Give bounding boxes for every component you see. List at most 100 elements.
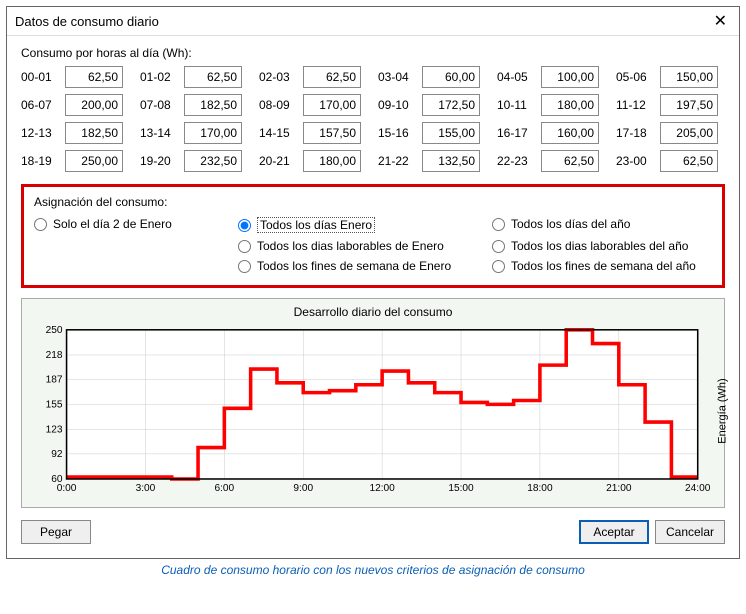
svg-text:155: 155 [46, 399, 63, 410]
hour-cell: 17-18 [616, 122, 725, 144]
hour-cell: 15-16 [378, 122, 487, 144]
hour-input[interactable] [541, 94, 599, 116]
hour-input[interactable] [65, 66, 123, 88]
hour-label: 12-13 [21, 126, 59, 140]
radio-option[interactable]: Solo el día 2 de Enero [34, 217, 234, 231]
hour-label: 16-17 [497, 126, 535, 140]
cancel-button[interactable]: Cancelar [655, 520, 725, 544]
radio-option[interactable]: Todos los fines de semana de Enero [238, 259, 488, 273]
hour-label: 17-18 [616, 126, 654, 140]
hourly-label: Consumo por horas al día (Wh): [21, 46, 725, 60]
radio-option[interactable]: Todos los días del año [492, 217, 742, 231]
radio-input[interactable] [34, 218, 47, 231]
hour-input[interactable] [422, 66, 480, 88]
hour-input[interactable] [422, 94, 480, 116]
paste-button[interactable]: Pegar [21, 520, 91, 544]
hour-cell: 02-03 [259, 66, 368, 88]
hour-label: 04-05 [497, 70, 535, 84]
radio-input[interactable] [238, 260, 251, 273]
hour-label: 20-21 [259, 154, 297, 168]
hour-label: 21-22 [378, 154, 416, 168]
hour-label: 14-15 [259, 126, 297, 140]
svg-text:187: 187 [46, 374, 63, 385]
hour-input[interactable] [303, 150, 361, 172]
svg-text:21:00: 21:00 [606, 483, 632, 494]
radio-label: Todos los fines de semana del año [511, 259, 696, 273]
close-icon[interactable]: ✕ [710, 11, 731, 31]
hour-cell: 01-02 [140, 66, 249, 88]
hour-cell: 00-01 [21, 66, 130, 88]
hour-input[interactable] [541, 150, 599, 172]
radio-input[interactable] [492, 260, 505, 273]
hour-label: 01-02 [140, 70, 178, 84]
hourly-grid: 00-0101-0202-0303-0404-0505-0606-0707-08… [21, 66, 725, 172]
hour-cell: 22-23 [497, 150, 606, 172]
hour-cell: 16-17 [497, 122, 606, 144]
hour-cell: 10-11 [497, 94, 606, 116]
hour-cell: 18-19 [21, 150, 130, 172]
hour-label: 10-11 [497, 98, 535, 112]
hour-input[interactable] [660, 66, 718, 88]
hour-cell: 14-15 [259, 122, 368, 144]
hour-cell: 11-12 [616, 94, 725, 116]
hour-label: 19-20 [140, 154, 178, 168]
hour-input[interactable] [660, 150, 718, 172]
consumption-chart: 60921231551872182500:003:006:009:0012:00… [28, 321, 718, 501]
hour-input[interactable] [303, 122, 361, 144]
radio-option[interactable]: Todos los días Enero [238, 217, 488, 233]
accept-button[interactable]: Aceptar [579, 520, 649, 544]
hour-input[interactable] [303, 66, 361, 88]
hour-input[interactable] [65, 150, 123, 172]
hour-label: 05-06 [616, 70, 654, 84]
radio-label: Todos los días Enero [257, 217, 375, 233]
hour-input[interactable] [184, 66, 242, 88]
window-title: Datos de consumo diario [15, 14, 159, 29]
titlebar: Datos de consumo diario ✕ [7, 7, 739, 36]
svg-text:250: 250 [46, 325, 63, 336]
assignment-group: Asignación del consumo: Solo el día 2 de… [21, 184, 725, 288]
radio-input[interactable] [492, 240, 505, 253]
hour-label: 09-10 [378, 98, 416, 112]
hour-label: 02-03 [259, 70, 297, 84]
svg-text:3:00: 3:00 [136, 483, 156, 494]
chart-ylabel: Energía (Wh) [716, 378, 728, 443]
svg-text:123: 123 [46, 425, 63, 436]
button-row: Pegar Aceptar Cancelar [21, 520, 725, 544]
radio-input[interactable] [238, 219, 251, 232]
assignment-title: Asignación del consumo: [34, 195, 712, 209]
hour-label: 13-14 [140, 126, 178, 140]
chart-area: Desarrollo diario del consumo 6092123155… [21, 298, 725, 508]
hour-input[interactable] [184, 150, 242, 172]
hour-label: 15-16 [378, 126, 416, 140]
hour-input[interactable] [303, 94, 361, 116]
hour-input[interactable] [65, 94, 123, 116]
hour-input[interactable] [422, 122, 480, 144]
hour-input[interactable] [184, 122, 242, 144]
hour-cell: 07-08 [140, 94, 249, 116]
hour-input[interactable] [541, 122, 599, 144]
hour-input[interactable] [422, 150, 480, 172]
hour-input[interactable] [65, 122, 123, 144]
svg-text:15:00: 15:00 [448, 483, 474, 494]
hour-input[interactable] [660, 94, 718, 116]
hour-label: 07-08 [140, 98, 178, 112]
hour-cell: 21-22 [378, 150, 487, 172]
svg-text:18:00: 18:00 [527, 483, 553, 494]
hour-input[interactable] [184, 94, 242, 116]
radio-option[interactable]: Todos los dias laborables de Enero [238, 239, 488, 253]
radio-input[interactable] [238, 240, 251, 253]
figure-caption: Cuadro de consumo horario con los nuevos… [6, 563, 740, 577]
radio-option[interactable]: Todos los fines de semana del año [492, 259, 742, 273]
radio-label: Solo el día 2 de Enero [53, 217, 172, 231]
hour-cell: 06-07 [21, 94, 130, 116]
hour-cell: 23-00 [616, 150, 725, 172]
radio-input[interactable] [492, 218, 505, 231]
hour-input[interactable] [660, 122, 718, 144]
hour-label: 18-19 [21, 154, 59, 168]
hour-label: 11-12 [616, 98, 654, 112]
hour-label: 06-07 [21, 98, 59, 112]
dialog-window: Datos de consumo diario ✕ Consumo por ho… [6, 6, 740, 559]
radio-option[interactable]: Todos los dias laborables del año [492, 239, 742, 253]
hour-input[interactable] [541, 66, 599, 88]
svg-text:6:00: 6:00 [214, 483, 234, 494]
